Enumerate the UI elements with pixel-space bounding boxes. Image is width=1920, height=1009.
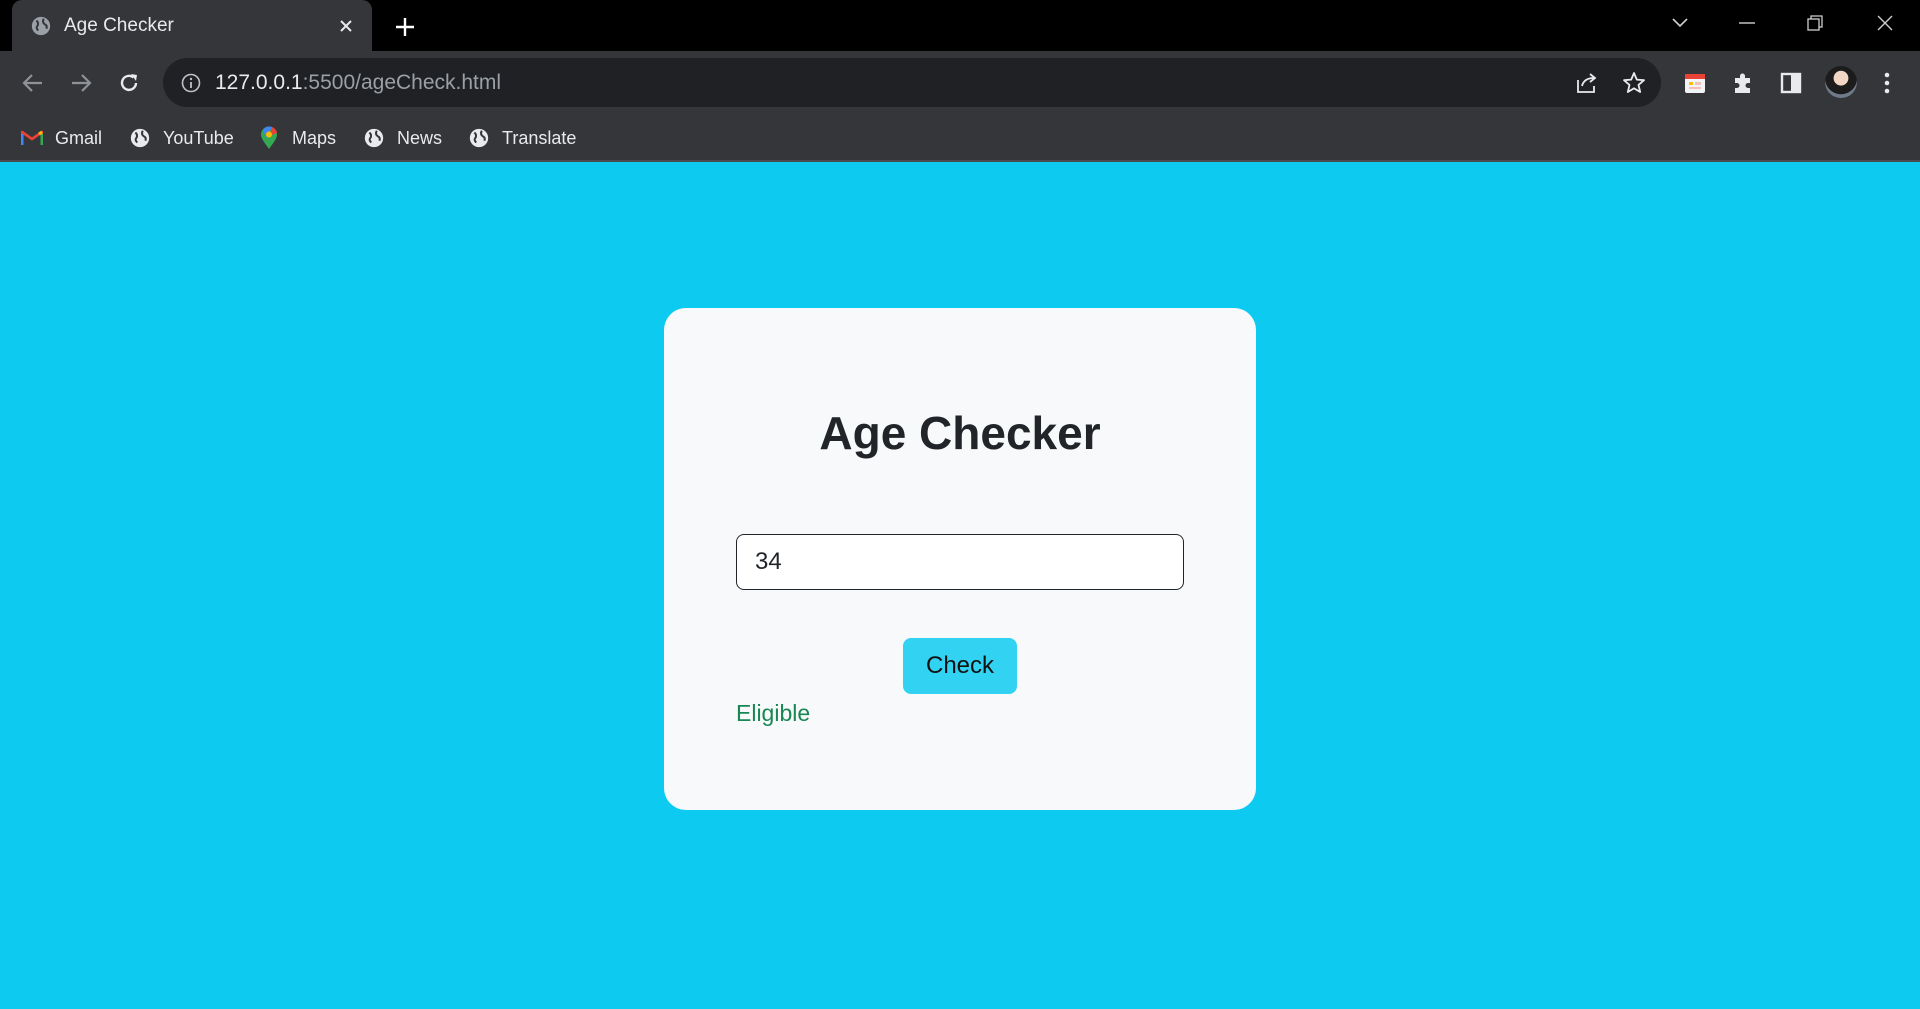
active-tab[interactable]: Age Checker xyxy=(12,0,372,51)
bookmark-label: Translate xyxy=(502,127,577,148)
url-text: 127.0.0.1:5500/ageCheck.html xyxy=(215,71,501,95)
bookmark-youtube[interactable]: YouTube xyxy=(128,122,234,154)
extensions-puzzle-icon[interactable] xyxy=(1729,69,1757,97)
age-input[interactable] xyxy=(736,534,1184,590)
reload-icon[interactable] xyxy=(111,65,147,101)
globe-icon xyxy=(362,126,386,150)
bookmark-gmail[interactable]: Gmail xyxy=(20,122,102,154)
url-path: :5500/ageCheck.html xyxy=(302,70,502,94)
globe-icon xyxy=(30,15,52,37)
bookmark-maps[interactable]: Maps xyxy=(257,122,336,154)
check-button[interactable]: Check xyxy=(903,638,1017,694)
new-tab-plus-icon[interactable] xyxy=(390,12,420,42)
bookmark-label: Maps xyxy=(292,127,337,148)
more-menu-icon[interactable] xyxy=(1873,69,1901,97)
restore-icon[interactable] xyxy=(1795,6,1835,40)
side-panel-icon[interactable] xyxy=(1777,69,1805,97)
profile-avatar[interactable] xyxy=(1825,66,1857,98)
age-checker-card: Age Checker Check Eligible xyxy=(664,308,1256,810)
minimize-icon[interactable] xyxy=(1727,6,1767,40)
tab-strip: Age Checker xyxy=(0,0,1920,51)
page-title: Age Checker xyxy=(819,407,1101,459)
url-host: 127.0.0.1 xyxy=(215,70,303,94)
share-icon[interactable] xyxy=(1573,70,1599,96)
bookmark-label: YouTube xyxy=(163,127,234,148)
bookmark-label: Gmail xyxy=(55,127,103,148)
maps-pin-icon xyxy=(257,126,281,150)
bookmarks-bar: Gmail YouTube Maps News Translate xyxy=(0,114,1920,162)
forward-arrow-icon[interactable] xyxy=(63,65,99,101)
extension-calendar-icon[interactable] xyxy=(1681,69,1709,97)
gmail-icon xyxy=(20,126,44,150)
bookmark-translate[interactable]: Translate xyxy=(467,122,576,154)
address-bar[interactable]: 127.0.0.1:5500/ageCheck.html xyxy=(163,58,1661,107)
site-info-icon[interactable] xyxy=(179,71,203,95)
globe-icon xyxy=(128,126,152,150)
bookmark-label: News xyxy=(397,127,443,148)
tab-close-icon[interactable] xyxy=(334,14,358,38)
close-window-icon[interactable] xyxy=(1865,6,1905,40)
browser-toolbar: 127.0.0.1:5500/ageCheck.html xyxy=(0,51,1920,114)
bookmark-star-icon[interactable] xyxy=(1621,70,1647,96)
back-arrow-icon[interactable] xyxy=(15,65,51,101)
bookmark-news[interactable]: News xyxy=(362,122,442,154)
eligibility-result: Eligible xyxy=(736,700,811,726)
tab-title: Age Checker xyxy=(64,14,174,36)
tab-search-chevron-icon[interactable] xyxy=(1660,6,1700,40)
globe-icon xyxy=(467,126,491,150)
